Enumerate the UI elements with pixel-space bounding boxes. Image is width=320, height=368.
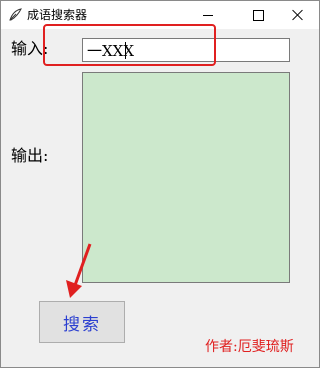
maximize-button[interactable] bbox=[237, 1, 279, 29]
output-label: 输出: bbox=[11, 146, 49, 165]
close-icon bbox=[292, 9, 304, 21]
window-title: 成语搜索器 bbox=[27, 8, 88, 22]
maximize-icon bbox=[252, 9, 264, 21]
annotation-highlight-box bbox=[43, 24, 216, 66]
output-textarea[interactable] bbox=[82, 72, 290, 283]
app-feather-icon bbox=[9, 8, 22, 21]
search-button[interactable]: 搜索 bbox=[39, 301, 125, 343]
minimize-icon bbox=[203, 14, 213, 16]
close-button[interactable] bbox=[277, 1, 319, 29]
annotation-arrow-icon bbox=[66, 243, 92, 298]
author-credit: 作者:厄斐琉斯 bbox=[205, 339, 294, 355]
